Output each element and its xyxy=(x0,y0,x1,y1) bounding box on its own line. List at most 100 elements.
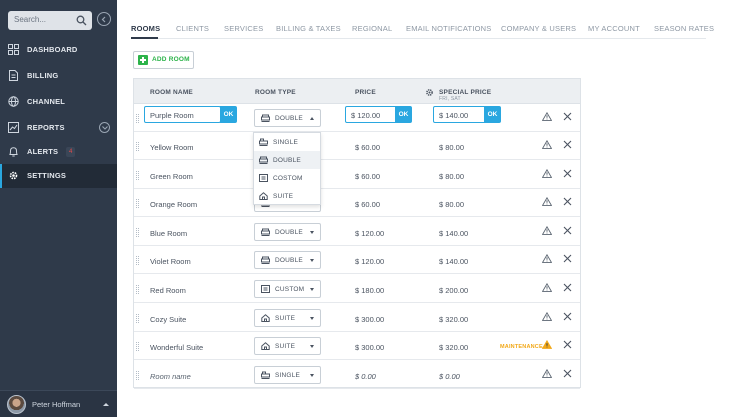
table-row: Yellow Room SINGLE $ 60.00 $ 80.00 xyxy=(134,132,580,160)
tab-company-users[interactable]: COMPANY & USERS xyxy=(501,24,576,33)
drag-handle-icon[interactable] xyxy=(136,227,139,237)
tab-regional[interactable]: REGIONAL xyxy=(352,24,392,33)
tab-clients[interactable]: CLIENTS xyxy=(176,24,209,33)
room-price: $ 0.00 xyxy=(355,371,376,381)
tab-rooms[interactable]: ROOMS xyxy=(131,24,160,33)
room-special-price: $ 140.00 xyxy=(439,228,469,238)
custom-room-icon xyxy=(259,174,268,182)
search-icon[interactable] xyxy=(76,15,87,26)
gear-icon xyxy=(9,171,18,180)
close-icon[interactable] xyxy=(563,254,572,263)
close-icon[interactable] xyxy=(563,169,572,178)
close-icon[interactable] xyxy=(563,140,572,149)
room-type-select[interactable]: DOUBLE xyxy=(254,251,321,270)
tab-email-notifications[interactable]: EMAIL NOTIFICATIONS xyxy=(406,24,491,33)
chevron-left-icon xyxy=(101,16,106,23)
tabs-divider xyxy=(131,38,706,39)
room-name-input[interactable]: Purple Room xyxy=(144,106,221,123)
header-price: PRICE xyxy=(355,89,376,96)
room-price: $ 60.00 xyxy=(355,200,381,210)
close-icon[interactable] xyxy=(563,226,572,235)
collapse-sidebar-button[interactable] xyxy=(97,12,111,26)
close-icon[interactable] xyxy=(563,112,572,121)
table-row: Wonderful Suite SUITE $ 300.00 $ 320.00 MAIN… xyxy=(134,332,580,361)
document-icon xyxy=(9,70,18,81)
sidebar-item-channel[interactable]: CHANNEL xyxy=(0,90,117,114)
dropdown-option-label: SINGLE xyxy=(273,139,299,146)
warning-icon[interactable] xyxy=(542,283,552,292)
expand-reports-button[interactable] xyxy=(99,122,110,133)
close-icon[interactable] xyxy=(563,369,572,378)
house-icon xyxy=(261,313,270,322)
chevron-down-icon xyxy=(102,126,108,130)
house-icon xyxy=(259,192,268,200)
sidebar-item-alerts[interactable]: ALERTS 4 xyxy=(0,140,117,164)
user-menu[interactable]: Peter Hoffman xyxy=(0,390,117,417)
close-icon[interactable] xyxy=(563,197,572,206)
price-ok-button[interactable]: OK xyxy=(395,106,412,123)
sidebar-item-dashboard[interactable]: DASHBOARD xyxy=(0,38,117,62)
tab-services[interactable]: SERVICES xyxy=(224,24,263,33)
drag-handle-icon[interactable] xyxy=(136,256,139,266)
caret-down-icon xyxy=(310,230,314,234)
warning-icon[interactable] xyxy=(542,340,552,350)
room-name: Violet Room xyxy=(150,257,191,267)
room-name: Red Room xyxy=(150,286,186,295)
warning-icon[interactable] xyxy=(542,254,552,264)
gear-icon[interactable] xyxy=(425,88,434,97)
room-type-select[interactable]: SINGLE xyxy=(254,365,321,384)
drag-handle-icon[interactable] xyxy=(136,342,139,352)
room-name: Green Room xyxy=(150,171,193,181)
active-tab-indicator xyxy=(131,37,158,39)
room-type-select[interactable]: SUITE xyxy=(254,308,321,327)
close-icon[interactable] xyxy=(563,312,572,321)
drag-handle-icon[interactable] xyxy=(136,199,139,209)
tab-season-rates[interactable]: SEASON RATES xyxy=(654,24,714,33)
dropdown-option-double[interactable]: DOUBLE xyxy=(254,151,320,169)
special-price-input[interactable]: $ 140.00 xyxy=(433,106,486,123)
price-input[interactable]: $ 120.00 xyxy=(345,106,397,123)
room-name: Yellow Room xyxy=(150,143,194,152)
drag-handle-icon[interactable] xyxy=(136,170,139,180)
drag-handle-icon[interactable] xyxy=(136,114,139,123)
room-type-select[interactable]: CUSTOM xyxy=(254,280,321,298)
tab-billing-taxes[interactable]: BILLING & TAXES xyxy=(276,24,341,33)
tab-my-account[interactable]: MY ACCOUNT xyxy=(588,24,640,33)
room-name[interactable]: Room name xyxy=(150,372,191,381)
sidebar-item-billing[interactable]: BILLING xyxy=(0,64,117,88)
warning-icon[interactable] xyxy=(542,112,552,121)
caret-down-icon xyxy=(310,259,314,263)
drag-handle-icon[interactable] xyxy=(136,313,139,323)
room-special-price: $ 320.00 xyxy=(439,314,469,324)
room-type-select[interactable]: SUITE xyxy=(254,337,321,356)
warning-icon[interactable] xyxy=(542,197,552,207)
warning-icon[interactable] xyxy=(542,368,552,378)
room-name: Wonderful Suite xyxy=(150,343,204,353)
room-name-ok-button[interactable]: OK xyxy=(220,106,237,123)
drag-handle-icon[interactable] xyxy=(136,285,139,294)
caret-down-icon xyxy=(310,345,314,349)
drag-handle-icon[interactable] xyxy=(136,370,139,380)
search-input[interactable]: Search... xyxy=(8,11,92,30)
room-type-select[interactable]: DOUBLE xyxy=(254,222,321,241)
dropdown-option-suite[interactable]: SUITE xyxy=(254,187,320,205)
room-type-select[interactable]: DOUBLE xyxy=(254,109,321,127)
dropdown-option-single[interactable]: SINGLE xyxy=(254,133,320,151)
warning-icon[interactable] xyxy=(542,311,552,321)
warning-icon[interactable] xyxy=(542,140,552,149)
caret-up-icon xyxy=(310,117,314,120)
special-price-ok-button[interactable]: OK xyxy=(484,106,501,123)
close-icon[interactable] xyxy=(563,340,572,349)
drag-handle-icon[interactable] xyxy=(136,142,139,151)
close-icon[interactable] xyxy=(563,283,572,292)
room-special-price: $ 80.00 xyxy=(439,143,465,152)
sidebar-item-settings[interactable]: SETTINGS xyxy=(0,164,117,188)
sidebar-item-reports[interactable]: REPORTS xyxy=(0,116,117,140)
add-room-button[interactable]: ADD ROOM xyxy=(133,51,194,69)
table-row: Red Room CUSTOM $ 180.00 $ 200.00 xyxy=(134,275,580,303)
dropdown-option-label: SUITE xyxy=(273,193,294,200)
warning-icon[interactable] xyxy=(542,168,552,178)
warning-icon[interactable] xyxy=(542,225,552,235)
alerts-count-badge: 4 xyxy=(66,147,76,157)
dropdown-option-custom[interactable]: COSTOM xyxy=(254,169,320,187)
